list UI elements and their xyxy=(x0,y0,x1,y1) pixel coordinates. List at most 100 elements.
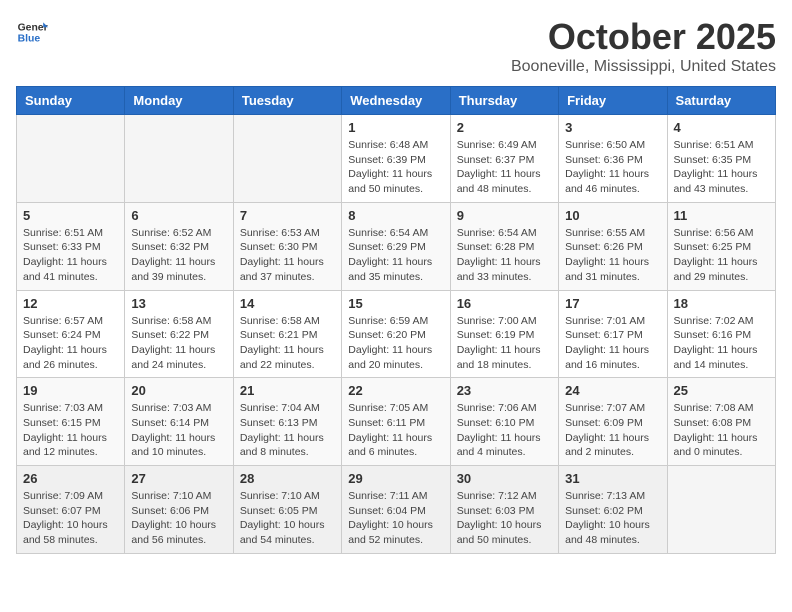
calendar-cell: 2Sunrise: 6:49 AM Sunset: 6:37 PM Daylig… xyxy=(450,115,558,203)
day-number: 18 xyxy=(674,296,769,311)
calendar-cell: 17 Sunrise: 7:01 AM Sunset: 6:17 PM Dayli… xyxy=(559,290,667,378)
day-info: Sunrise: 6:48 AM Sunset: 6:39 PM Dayligh… xyxy=(348,138,443,197)
calendar-cell: 19 Sunrise: 7:03 AM Sunset: 6:15 PM Dayli… xyxy=(17,378,125,466)
title-section: October 2025 Booneville, Mississippi, Un… xyxy=(511,16,776,76)
day-info: Sunrise: 7:08 AM Sunset: 6:08 PM Dayligh… xyxy=(674,401,769,460)
svg-text:Blue: Blue xyxy=(18,34,41,45)
calendar-cell: 23 Sunrise: 7:06 AM Sunset: 6:10 PM Dayli… xyxy=(450,378,558,466)
day-number: 16 xyxy=(457,296,552,311)
day-number: 1 xyxy=(348,120,443,135)
calendar-cell: 30Sunrise: 7:12 AM Sunset: 6:03 PM Dayli… xyxy=(450,466,558,554)
week-row-5: 26 Sunrise: 7:09 AM Sunset: 6:07 PM Dayli… xyxy=(17,466,776,554)
day-number: 28 xyxy=(240,471,335,486)
calendar-cell: 15 Sunrise: 6:59 AM Sunset: 6:20 PM Dayli… xyxy=(342,290,450,378)
day-number: 29 xyxy=(348,471,443,486)
day-number: 12 xyxy=(23,296,118,311)
day-info: Sunrise: 6:59 AM Sunset: 6:20 PM Dayligh… xyxy=(348,314,443,373)
weekday-header-saturday: Saturday xyxy=(667,87,775,115)
weekday-header-friday: Friday xyxy=(559,87,667,115)
day-number: 20 xyxy=(131,383,226,398)
day-number: 22 xyxy=(348,383,443,398)
day-info: Sunrise: 6:51 AM Sunset: 6:33 PM Dayligh… xyxy=(23,226,118,285)
day-number: 7 xyxy=(240,208,335,223)
day-info: Sunrise: 6:51 AM Sunset: 6:35 PM Dayligh… xyxy=(674,138,769,197)
logo: General Blue xyxy=(16,16,48,48)
calendar-cell: 6 Sunrise: 6:52 AM Sunset: 6:32 PM Daylig… xyxy=(125,202,233,290)
day-number: 21 xyxy=(240,383,335,398)
day-number: 5 xyxy=(23,208,118,223)
calendar-cell: 1 Sunrise: 6:48 AM Sunset: 6:39 PM Daylig… xyxy=(342,115,450,203)
calendar-cell: 29Sunrise: 7:11 AM Sunset: 6:04 PM Dayli… xyxy=(342,466,450,554)
day-number: 31 xyxy=(565,471,660,486)
calendar-cell: 11 Sunrise: 6:56 AM Sunset: 6:25 PM Dayli… xyxy=(667,202,775,290)
day-info: Sunrise: 6:58 AM Sunset: 6:21 PM Dayligh… xyxy=(240,314,335,373)
calendar-cell: 28 Sunrise: 7:10 AM Sunset: 6:05 PM Dayli… xyxy=(233,466,341,554)
day-info: Sunrise: 7:09 AM Sunset: 6:07 PM Dayligh… xyxy=(23,489,118,548)
calendar-cell: 13 Sunrise: 6:58 AM Sunset: 6:22 PM Dayli… xyxy=(125,290,233,378)
day-info: Sunrise: 7:00 AM Sunset: 6:19 PM Dayligh… xyxy=(457,314,552,373)
calendar-cell: 5 Sunrise: 6:51 AM Sunset: 6:33 PM Daylig… xyxy=(17,202,125,290)
calendar-cell: 14 Sunrise: 6:58 AM Sunset: 6:21 PM Dayli… xyxy=(233,290,341,378)
day-number: 11 xyxy=(674,208,769,223)
day-info: Sunrise: 7:06 AM Sunset: 6:10 PM Dayligh… xyxy=(457,401,552,460)
day-info: Sunrise: 6:52 AM Sunset: 6:32 PM Dayligh… xyxy=(131,226,226,285)
calendar: SundayMondayTuesdayWednesdayThursdayFrid… xyxy=(16,86,776,554)
day-number: 3 xyxy=(565,120,660,135)
calendar-cell: 7 Sunrise: 6:53 AM Sunset: 6:30 PM Daylig… xyxy=(233,202,341,290)
calendar-cell: 16 Sunrise: 7:00 AM Sunset: 6:19 PM Dayli… xyxy=(450,290,558,378)
day-info: Sunrise: 7:03 AM Sunset: 6:14 PM Dayligh… xyxy=(131,401,226,460)
location-title: Booneville, Mississippi, United States xyxy=(511,58,776,76)
calendar-cell xyxy=(125,115,233,203)
calendar-cell: 25Sunrise: 7:08 AM Sunset: 6:08 PM Dayli… xyxy=(667,378,775,466)
day-info: Sunrise: 7:04 AM Sunset: 6:13 PM Dayligh… xyxy=(240,401,335,460)
calendar-cell xyxy=(667,466,775,554)
day-info: Sunrise: 6:56 AM Sunset: 6:25 PM Dayligh… xyxy=(674,226,769,285)
weekday-header-tuesday: Tuesday xyxy=(233,87,341,115)
day-info: Sunrise: 7:13 AM Sunset: 6:02 PM Dayligh… xyxy=(565,489,660,548)
week-row-4: 19 Sunrise: 7:03 AM Sunset: 6:15 PM Dayli… xyxy=(17,378,776,466)
day-info: Sunrise: 6:57 AM Sunset: 6:24 PM Dayligh… xyxy=(23,314,118,373)
day-number: 23 xyxy=(457,383,552,398)
calendar-cell: 20 Sunrise: 7:03 AM Sunset: 6:14 PM Dayli… xyxy=(125,378,233,466)
calendar-cell: 10Sunrise: 6:55 AM Sunset: 6:26 PM Dayli… xyxy=(559,202,667,290)
calendar-cell: 21 Sunrise: 7:04 AM Sunset: 6:13 PM Dayli… xyxy=(233,378,341,466)
day-info: Sunrise: 7:12 AM Sunset: 6:03 PM Dayligh… xyxy=(457,489,552,548)
day-info: Sunrise: 6:49 AM Sunset: 6:37 PM Dayligh… xyxy=(457,138,552,197)
day-info: Sunrise: 6:54 AM Sunset: 6:29 PM Dayligh… xyxy=(348,226,443,285)
day-number: 4 xyxy=(674,120,769,135)
day-info: Sunrise: 7:03 AM Sunset: 6:15 PM Dayligh… xyxy=(23,401,118,460)
weekday-header-monday: Monday xyxy=(125,87,233,115)
day-number: 13 xyxy=(131,296,226,311)
day-number: 19 xyxy=(23,383,118,398)
day-info: Sunrise: 7:10 AM Sunset: 6:05 PM Dayligh… xyxy=(240,489,335,548)
day-number: 6 xyxy=(131,208,226,223)
day-info: Sunrise: 7:01 AM Sunset: 6:17 PM Dayligh… xyxy=(565,314,660,373)
day-info: Sunrise: 6:54 AM Sunset: 6:28 PM Dayligh… xyxy=(457,226,552,285)
calendar-cell: 18Sunrise: 7:02 AM Sunset: 6:16 PM Dayli… xyxy=(667,290,775,378)
day-info: Sunrise: 7:05 AM Sunset: 6:11 PM Dayligh… xyxy=(348,401,443,460)
month-title: October 2025 xyxy=(511,16,776,58)
day-info: Sunrise: 7:10 AM Sunset: 6:06 PM Dayligh… xyxy=(131,489,226,548)
day-info: Sunrise: 6:53 AM Sunset: 6:30 PM Dayligh… xyxy=(240,226,335,285)
day-number: 24 xyxy=(565,383,660,398)
weekday-header-thursday: Thursday xyxy=(450,87,558,115)
calendar-cell: 3Sunrise: 6:50 AM Sunset: 6:36 PM Daylig… xyxy=(559,115,667,203)
calendar-cell xyxy=(17,115,125,203)
weekday-header-wednesday: Wednesday xyxy=(342,87,450,115)
calendar-cell: 27 Sunrise: 7:10 AM Sunset: 6:06 PM Dayli… xyxy=(125,466,233,554)
calendar-cell: 31 Sunrise: 7:13 AM Sunset: 6:02 PM Dayli… xyxy=(559,466,667,554)
weekday-header-sunday: Sunday xyxy=(17,87,125,115)
day-number: 17 xyxy=(565,296,660,311)
day-number: 27 xyxy=(131,471,226,486)
logo-icon: General Blue xyxy=(16,16,48,48)
calendar-cell: 22 Sunrise: 7:05 AM Sunset: 6:11 PM Dayli… xyxy=(342,378,450,466)
calendar-cell: 4 Sunrise: 6:51 AM Sunset: 6:35 PM Daylig… xyxy=(667,115,775,203)
day-number: 26 xyxy=(23,471,118,486)
day-info: Sunrise: 6:58 AM Sunset: 6:22 PM Dayligh… xyxy=(131,314,226,373)
calendar-cell: 12 Sunrise: 6:57 AM Sunset: 6:24 PM Dayli… xyxy=(17,290,125,378)
calendar-cell: 26 Sunrise: 7:09 AM Sunset: 6:07 PM Dayli… xyxy=(17,466,125,554)
day-info: Sunrise: 6:55 AM Sunset: 6:26 PM Dayligh… xyxy=(565,226,660,285)
week-row-1: 1 Sunrise: 6:48 AM Sunset: 6:39 PM Daylig… xyxy=(17,115,776,203)
day-number: 15 xyxy=(348,296,443,311)
day-number: 14 xyxy=(240,296,335,311)
